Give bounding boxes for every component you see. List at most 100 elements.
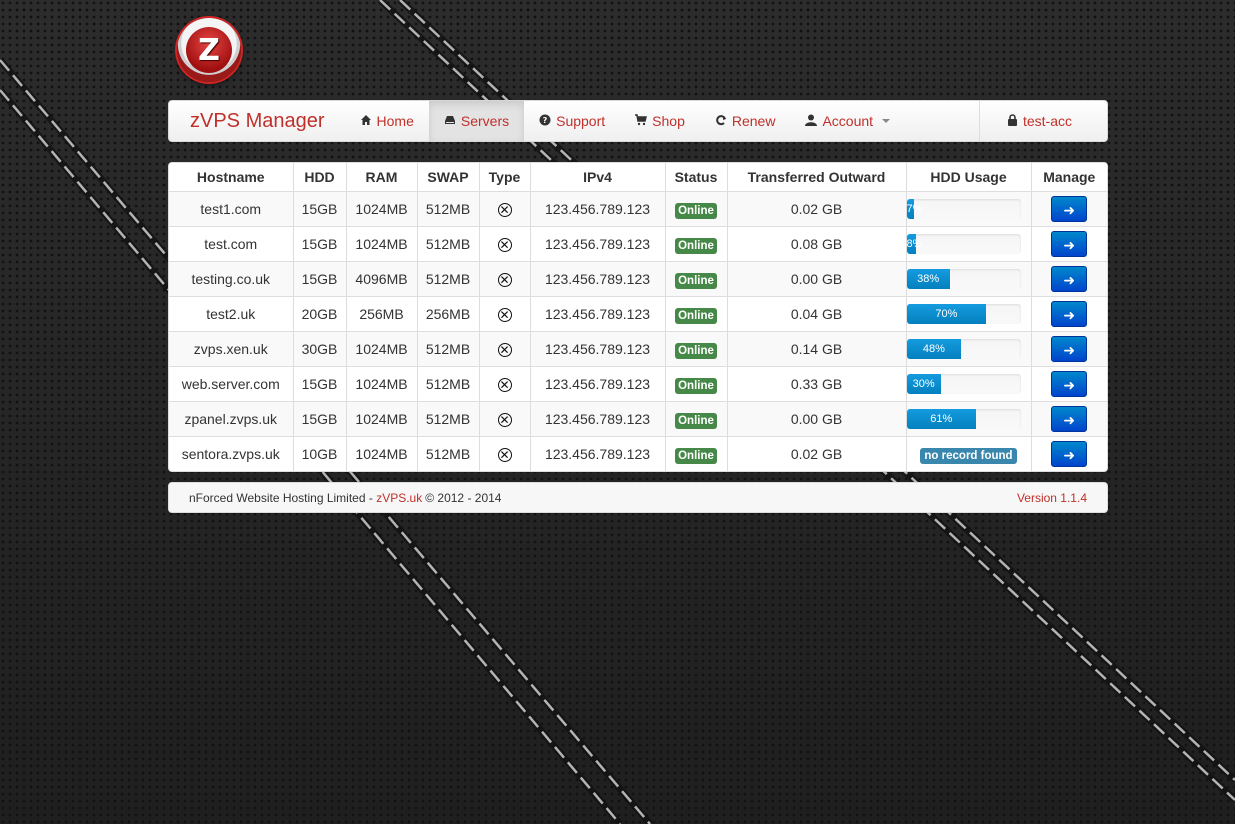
nav-item-renew[interactable]: Renew [700, 101, 791, 141]
status-badge: Online [675, 448, 717, 464]
col-header-hostname: Hostname [169, 163, 294, 192]
nav-item-support[interactable]: ? Support [524, 101, 620, 141]
cell-hdd: 15GB [293, 261, 347, 297]
hdd-usage-progress: 8% [906, 234, 1021, 254]
arrow-right-icon: ➜ [1063, 342, 1076, 358]
cell-ram: 1024MB [346, 331, 418, 367]
hdd-usage-bar: 30% [906, 374, 941, 394]
brand-link[interactable]: zVPS Manager [169, 101, 345, 141]
xen-icon: ✕ [497, 448, 512, 463]
cell-swap: 512MB [417, 261, 480, 297]
manage-button[interactable]: ➜ [1051, 406, 1088, 432]
zvps-logo[interactable]: Z [177, 18, 241, 82]
table-row: zpanel.zvps.uk 15GB 1024MB 512MB ✕ 123.4… [169, 401, 1107, 437]
arrow-right-icon: ➜ [1063, 447, 1076, 463]
hdd-usage-progress: 70% [906, 304, 1021, 324]
question-icon: ? [539, 114, 551, 129]
cell-swap: 512MB [417, 331, 480, 367]
cell-hostname: test.com [169, 226, 294, 262]
table-row: testing.co.uk 15GB 4096MB 512MB ✕ 123.45… [169, 261, 1107, 297]
cell-hostname: web.server.com [169, 366, 294, 402]
arrow-right-icon: ➜ [1063, 272, 1076, 288]
status-badge: Online [675, 413, 717, 429]
nav-item-home[interactable]: Home [345, 101, 429, 141]
hdd-usage-progress: 61% [906, 409, 1021, 429]
cell-manage: ➜ [1031, 191, 1107, 227]
xen-icon: ✕ [497, 238, 512, 253]
cell-transferred: 0.02 GB [727, 191, 907, 227]
cell-status: Online [665, 191, 728, 227]
cell-hostname: testing.co.uk [169, 261, 294, 297]
cell-ipv4: 123.456.789.123 [530, 436, 666, 471]
hdd-usage-bar: 38% [906, 269, 950, 289]
manage-button[interactable]: ➜ [1051, 336, 1088, 362]
cell-hdd: 15GB [293, 366, 347, 402]
cell-status: Online [665, 436, 728, 471]
cell-hdd-usage: 38% [906, 261, 1032, 297]
servers-table-panel: Hostname HDD RAM SWAP Type IPv4 Status T… [168, 162, 1108, 472]
cell-hdd: 15GB [293, 401, 347, 437]
manage-button[interactable]: ➜ [1051, 301, 1088, 327]
logo-letter: Z [186, 27, 232, 73]
status-badge: Online [675, 203, 717, 219]
hdd-usage-bar: 70% [906, 304, 987, 324]
cell-manage: ➜ [1031, 331, 1107, 367]
cell-transferred: 0.33 GB [727, 366, 907, 402]
cell-hostname: zpanel.zvps.uk [169, 401, 294, 437]
cell-hdd: 20GB [293, 296, 347, 332]
nav-label: Shop [652, 113, 685, 129]
cell-ipv4: 123.456.789.123 [530, 401, 666, 437]
cell-transferred: 0.14 GB [727, 331, 907, 367]
col-header-type: Type [479, 163, 531, 192]
nav-username: test-acc [1022, 113, 1072, 129]
navbar: zVPS Manager Home Servers ? Support Shop… [168, 100, 1108, 142]
cell-status: Online [665, 261, 728, 297]
col-header-ram: RAM [346, 163, 418, 192]
col-header-hdd-usage: HDD Usage [906, 163, 1032, 192]
cell-type: ✕ [479, 296, 531, 332]
col-header-hdd: HDD [293, 163, 347, 192]
home-icon [360, 114, 372, 129]
lock-icon [1007, 113, 1018, 129]
table-row: sentora.zvps.uk 10GB 1024MB 512MB ✕ 123.… [169, 436, 1107, 471]
cell-hdd-usage: 48% [906, 331, 1032, 367]
nav-item-servers[interactable]: Servers [428, 101, 525, 141]
manage-button[interactable]: ➜ [1051, 371, 1088, 397]
cell-manage: ➜ [1031, 226, 1107, 262]
cell-ram: 4096MB [346, 261, 418, 297]
cell-ram: 1024MB [346, 366, 418, 402]
cell-hdd-usage: 7% [906, 191, 1032, 227]
cell-ipv4: 123.456.789.123 [530, 366, 666, 402]
cell-transferred: 0.08 GB [727, 226, 907, 262]
nav-item-account[interactable]: Account [790, 101, 905, 141]
cell-hdd-usage: 61% [906, 401, 1032, 437]
manage-button[interactable]: ➜ [1051, 196, 1088, 222]
manage-button[interactable]: ➜ [1051, 231, 1088, 257]
col-header-manage: Manage [1031, 163, 1107, 192]
hdd-icon [444, 114, 456, 129]
footer-company: nForced Website Hosting Limited - [189, 490, 377, 505]
cell-swap: 512MB [417, 191, 480, 227]
manage-button[interactable]: ➜ [1051, 266, 1088, 292]
cell-status: Online [665, 401, 728, 437]
nav-label: Home [376, 113, 414, 129]
cell-swap: 512MB [417, 226, 480, 262]
hdd-usage-progress: 30% [906, 374, 1021, 394]
status-badge: Online [675, 238, 717, 254]
nav-item-user[interactable]: test-acc [978, 101, 1107, 141]
footer-link[interactable]: zVPS.uk [376, 491, 422, 505]
cell-transferred: 0.04 GB [727, 296, 907, 332]
table-row: test1.com 15GB 1024MB 512MB ✕ 123.456.78… [169, 191, 1107, 227]
hdd-usage-bar: 61% [906, 409, 977, 429]
cell-transferred: 0.00 GB [727, 261, 907, 297]
cell-status: Online [665, 331, 728, 367]
cell-ipv4: 123.456.789.123 [530, 261, 666, 297]
arrow-right-icon: ➜ [1063, 202, 1076, 218]
cell-manage: ➜ [1031, 296, 1107, 332]
cell-hdd: 15GB [293, 191, 347, 227]
nav-item-shop[interactable]: Shop [620, 101, 700, 141]
cell-hostname: test2.uk [169, 296, 294, 332]
manage-button[interactable]: ➜ [1051, 441, 1088, 467]
footer-copyright: © 2012 - 2014 [425, 490, 502, 505]
cell-hdd-usage: 8% [906, 226, 1032, 262]
